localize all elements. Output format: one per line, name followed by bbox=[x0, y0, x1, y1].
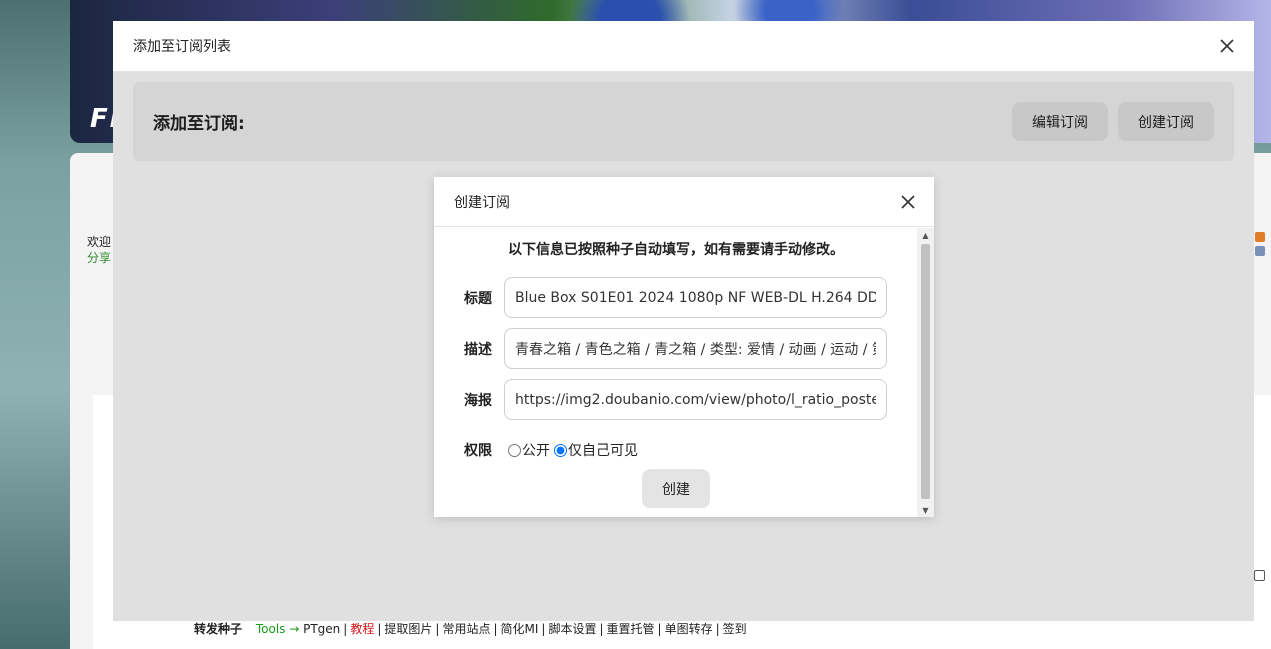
toolbar-separator: | bbox=[435, 622, 440, 636]
toolbar-link[interactable]: 单图转存 bbox=[665, 622, 713, 636]
modal-header: 创建订阅 bbox=[434, 177, 934, 227]
description-label: 描述 bbox=[464, 341, 492, 358]
toolbar-link[interactable]: PTgen bbox=[303, 622, 340, 636]
toolbar-link[interactable]: 常用站点 bbox=[442, 622, 490, 636]
poster-label: 海报 bbox=[464, 392, 492, 409]
public-radio-label: 公开 bbox=[522, 443, 550, 459]
poster-url-input[interactable] bbox=[504, 379, 887, 420]
private-radio-label: 仅自己可见 bbox=[568, 443, 638, 459]
toolbar-separator: | bbox=[541, 622, 546, 636]
tools-toolbar: 转发种子 Tools → PTgen | 教程 | 提取图片 | 常用站点 | 简化MI | 脚本设… bbox=[194, 620, 747, 637]
toolbar-tools: Tools → bbox=[255, 622, 300, 636]
toolbar-label: 转发种子 bbox=[194, 622, 243, 636]
toolbar-link[interactable]: 教程 bbox=[350, 622, 374, 636]
toolbar-separator: | bbox=[343, 622, 348, 636]
toolbar-separator: | bbox=[657, 622, 662, 636]
modal-scrollbar[interactable]: ▲ ▼ bbox=[917, 228, 934, 517]
modal-title: 创建订阅 bbox=[454, 194, 510, 211]
toolbar-link[interactable]: 简化MI bbox=[501, 622, 539, 636]
toolbar-separator: | bbox=[377, 622, 382, 636]
toolbar-link[interactable]: 脚本设置 bbox=[548, 622, 596, 636]
scroll-thumb[interactable] bbox=[921, 244, 930, 499]
toolbar-link[interactable]: 签到 bbox=[723, 622, 747, 636]
private-radio[interactable] bbox=[554, 443, 567, 457]
toolbar-link[interactable]: 提取图片 bbox=[384, 622, 432, 636]
welcome-text: 欢迎 bbox=[87, 235, 112, 249]
description-row: 描述 bbox=[464, 328, 887, 369]
badge-icon bbox=[1255, 232, 1265, 242]
close-icon[interactable] bbox=[1217, 36, 1237, 56]
toolbar-links: PTgen | 教程 | 提取图片 | 常用站点 | 简化MI | 脚本设置 | 重置托管 | 单图转存 | 签… bbox=[303, 622, 747, 636]
toolbar-separator: | bbox=[599, 622, 604, 636]
modal-title: 添加至订阅列表 bbox=[133, 39, 231, 55]
badge-icon bbox=[1255, 246, 1265, 256]
title-input[interactable] bbox=[504, 277, 887, 318]
create-subscription-modal: 创建订阅 以下信息已按照种子自动填写，如有需要请手动修改。 标题 描述 海报 权… bbox=[434, 177, 934, 517]
modal-body: 以下信息已按照种子自动填写，如有需要请手动修改。 标题 描述 海报 权限 公开 … bbox=[434, 228, 918, 517]
description-input[interactable] bbox=[504, 328, 887, 369]
autofill-notice: 以下信息已按照种子自动填写，如有需要请手动修改。 bbox=[508, 242, 844, 258]
scroll-down-icon[interactable]: ▼ bbox=[917, 503, 934, 517]
public-radio[interactable] bbox=[508, 443, 521, 457]
poster-row: 海报 bbox=[464, 379, 887, 420]
permission-label: 权限 bbox=[464, 443, 492, 459]
create-button[interactable]: 创建 bbox=[642, 469, 710, 508]
page-checkbox[interactable] bbox=[1254, 570, 1265, 581]
toolbar-separator: | bbox=[715, 622, 720, 636]
modal-header: 添加至订阅列表 bbox=[113, 21, 1254, 72]
share-text: 分享 bbox=[87, 251, 112, 265]
toolbar-link[interactable]: 重置托管 bbox=[607, 622, 655, 636]
status-icons bbox=[1255, 232, 1269, 260]
toolbar-separator: | bbox=[493, 622, 498, 636]
title-row: 标题 bbox=[464, 277, 887, 318]
permission-row: 权限 公开 仅自己可见 bbox=[464, 440, 638, 460]
close-icon[interactable] bbox=[898, 192, 918, 212]
title-label: 标题 bbox=[464, 290, 492, 307]
scroll-up-icon[interactable]: ▲ bbox=[917, 228, 934, 242]
permission-options: 公开 仅自己可见 bbox=[504, 440, 638, 460]
